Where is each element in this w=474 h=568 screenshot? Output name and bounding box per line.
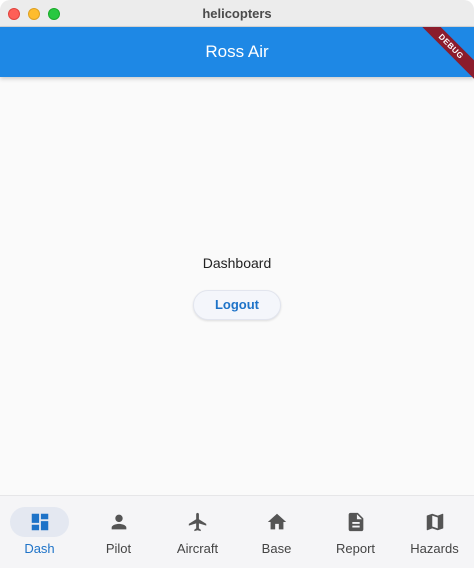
app-window: helicopters Ross Air DEBUG Dashboard Log… — [0, 0, 474, 568]
dashboard-label: Dashboard — [202, 255, 272, 271]
nav-label-aircraft: Aircraft — [176, 541, 219, 556]
dashboard-icon — [31, 513, 49, 531]
app-bar: Ross Air — [0, 27, 474, 77]
nav-item-dash[interactable]: Dash — [0, 496, 79, 568]
nav-item-report[interactable]: Report — [316, 496, 395, 568]
nav-label-report: Report — [335, 541, 376, 556]
logout-button[interactable]: Logout — [193, 290, 281, 320]
nav-label-pilot: Pilot — [105, 541, 132, 556]
nav-item-aircraft[interactable]: Aircraft — [158, 496, 237, 568]
title-bar: helicopters — [0, 0, 474, 27]
nav-label-dash: Dash — [24, 541, 55, 556]
dashboard-content: Dashboard Logout — [0, 77, 474, 495]
airplane-icon — [188, 512, 207, 532]
nav-item-hazards[interactable]: Hazards — [395, 496, 474, 568]
window-title: helicopters — [202, 6, 272, 21]
nav-label-base: Base — [261, 541, 292, 556]
bottom-navigation-bar: Dash Pilot Aircraft Base Report Hazards — [0, 495, 474, 568]
app-bar-title: Ross Air — [205, 42, 269, 61]
debug-banner: DEBUG — [414, 27, 474, 87]
nav-item-pilot[interactable]: Pilot — [79, 496, 158, 568]
home-icon — [267, 513, 287, 530]
debug-banner-label: DEBUG — [414, 27, 474, 83]
nav-item-base[interactable]: Base — [237, 496, 316, 568]
document-icon — [348, 512, 364, 532]
person-icon — [111, 514, 127, 530]
map-icon — [426, 513, 444, 531]
nav-label-hazards: Hazards — [410, 541, 459, 556]
